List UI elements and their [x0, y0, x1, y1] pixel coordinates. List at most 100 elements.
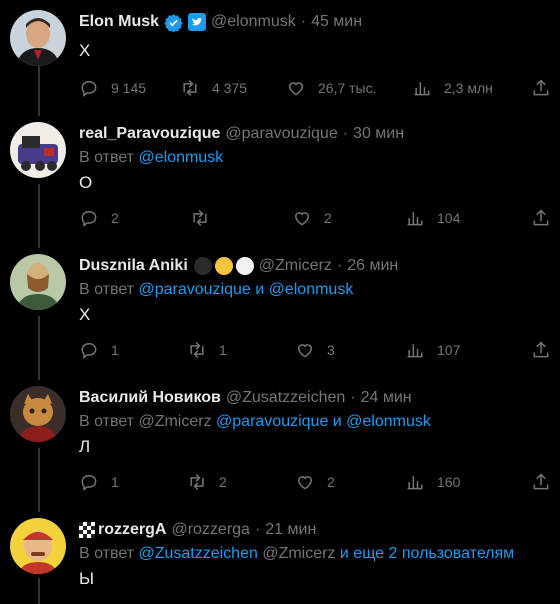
views-button[interactable]: 160	[405, 470, 460, 494]
reply-count: 9 145	[111, 80, 147, 96]
retweet-icon	[190, 341, 204, 359]
like-count: 2	[324, 210, 332, 226]
like-count: 26,7 тыс.	[318, 80, 377, 96]
views-button[interactable]: 107	[405, 338, 460, 362]
separator: ·	[254, 521, 261, 538]
reply-context: В ответ @paravouzique и @elonmusk	[79, 280, 353, 300]
author-handle[interactable]: @Zusatzzeichen	[226, 388, 345, 408]
share-icon	[533, 209, 549, 226]
views-count: 107	[437, 342, 461, 358]
avatar[interactable]	[10, 254, 66, 310]
share-icon	[533, 473, 549, 490]
timestamp[interactable]: 24 мин	[361, 388, 412, 408]
retweet-button[interactable]: 4 375	[180, 76, 247, 100]
avatar[interactable]	[10, 518, 66, 574]
yellow-heart-icon	[214, 257, 233, 275]
tweet[interactable]: real_Paravouzique @paravouzique · 30 мин…	[0, 122, 560, 232]
reply-button[interactable]: 9 145	[79, 76, 146, 100]
author-name[interactable]: Василий Новиков	[79, 388, 221, 408]
checkered-flag-icon	[79, 522, 95, 538]
timestamp[interactable]: 45 мин	[311, 12, 362, 32]
tweet[interactable]: Dusznila Aniki @Zmicerz · 26 мин В ответ…	[0, 254, 560, 364]
retweet-button[interactable]	[190, 206, 210, 230]
reply-icon	[81, 210, 97, 228]
reply-count: 2	[111, 210, 119, 226]
views-icon	[407, 212, 423, 226]
reply-count: 1	[111, 342, 119, 358]
timestamp[interactable]: 26 мин	[347, 256, 398, 276]
reply-mention-link[interactable]: @paravouzique и @elonmusk	[216, 413, 431, 430]
views-count: 160	[437, 474, 461, 490]
share-button[interactable]	[531, 470, 551, 494]
tweet[interactable]: rozzergA @rozzerga · 21 мин В ответ @Zus…	[0, 518, 560, 604]
retweet-count: 1	[219, 342, 227, 358]
reply-icon	[81, 342, 97, 360]
tweet-text: Л	[79, 437, 91, 456]
avatar[interactable]	[10, 10, 66, 66]
views-icon	[407, 476, 423, 490]
reply-mention-link[interactable]: @Zusatzzeichen	[138, 545, 257, 562]
tweet[interactable]: Elon Musk @elonmusk · 45 мин Х 9 145 4 3…	[0, 10, 560, 110]
tweet-actions: 1 1 3 107	[79, 338, 560, 362]
tweet-actions: 2 2 104	[79, 206, 560, 230]
reply-prefix: В ответ	[79, 545, 135, 562]
retweet-icon	[183, 79, 197, 97]
views-button[interactable]: 104	[405, 206, 460, 230]
author-handle[interactable]: @paravouzique	[225, 124, 337, 144]
reply-context: В ответ @Zusatzzeichen @Zmicerz и еще 2 …	[79, 544, 514, 564]
black-heart-icon	[193, 257, 212, 275]
reply-context: В ответ @elonmusk	[79, 148, 223, 168]
tweet-text: Х	[79, 305, 91, 324]
views-button[interactable]: 2,3 млн	[412, 76, 493, 100]
reply-icon	[81, 80, 97, 98]
twitter-logo-icon	[188, 13, 207, 31]
heart-icon	[294, 212, 310, 226]
share-icon	[533, 341, 549, 358]
tweet-text: Ы	[79, 569, 95, 588]
heart-icon	[288, 82, 304, 96]
author-handle[interactable]: @rozzerga	[171, 520, 250, 540]
author-handle[interactable]: @elonmusk	[211, 12, 296, 32]
views-icon	[414, 82, 430, 96]
retweet-button[interactable]: 2	[187, 470, 227, 494]
like-button[interactable]: 26,7 тыс.	[286, 76, 377, 100]
retweet-count: 2	[219, 474, 227, 490]
tweet-actions: 1 2 2 160	[79, 470, 560, 494]
timestamp[interactable]: 30 мин	[353, 124, 404, 144]
separator: ·	[300, 13, 307, 30]
separator: ·	[350, 389, 356, 406]
views-count: 2,3 млн	[444, 80, 493, 96]
tweet-text: О	[79, 173, 93, 192]
reply-prefix: В ответ	[79, 281, 135, 298]
author-name[interactable]: Elon Musk	[79, 12, 159, 32]
reply-mention-link[interactable]: @paravouzique и @elonmusk	[138, 281, 353, 298]
reply-mention-plain[interactable]: @Zmicerz	[262, 545, 335, 562]
retweet-icon	[190, 473, 204, 491]
reply-button[interactable]: 1	[79, 338, 119, 362]
reply-prefix: В ответ	[79, 149, 135, 166]
avatar[interactable]	[10, 386, 66, 442]
share-button[interactable]	[531, 338, 551, 362]
reply-mention-link[interactable]: @elonmusk	[138, 149, 223, 166]
tweet-text: Х	[79, 41, 91, 60]
like-button[interactable]: 2	[295, 470, 335, 494]
reply-more-link[interactable]: и еще 2 пользователям	[340, 545, 514, 562]
avatar[interactable]	[10, 122, 66, 178]
share-button[interactable]	[531, 206, 551, 230]
author-name[interactable]: Dusznila Aniki	[79, 256, 188, 276]
share-button[interactable]	[531, 76, 551, 100]
timestamp[interactable]: 21 мин	[265, 520, 316, 540]
reply-button[interactable]: 1	[79, 470, 119, 494]
reply-button[interactable]: 2	[79, 206, 119, 230]
white-heart-icon	[235, 257, 254, 275]
author-handle[interactable]: @Zmicerz	[259, 256, 332, 276]
tweet[interactable]: Василий Новиков @Zusatzzeichen · 24 мин …	[0, 386, 560, 496]
like-button[interactable]: 3	[295, 338, 335, 362]
views-icon	[407, 344, 423, 358]
author-name[interactable]: rozzergA	[98, 520, 166, 540]
views-count: 104	[437, 210, 461, 226]
retweet-count: 4 375	[212, 80, 248, 96]
retweet-button[interactable]: 1	[187, 338, 227, 362]
author-name[interactable]: real_Paravouzique	[79, 124, 220, 144]
like-button[interactable]: 2	[292, 206, 332, 230]
